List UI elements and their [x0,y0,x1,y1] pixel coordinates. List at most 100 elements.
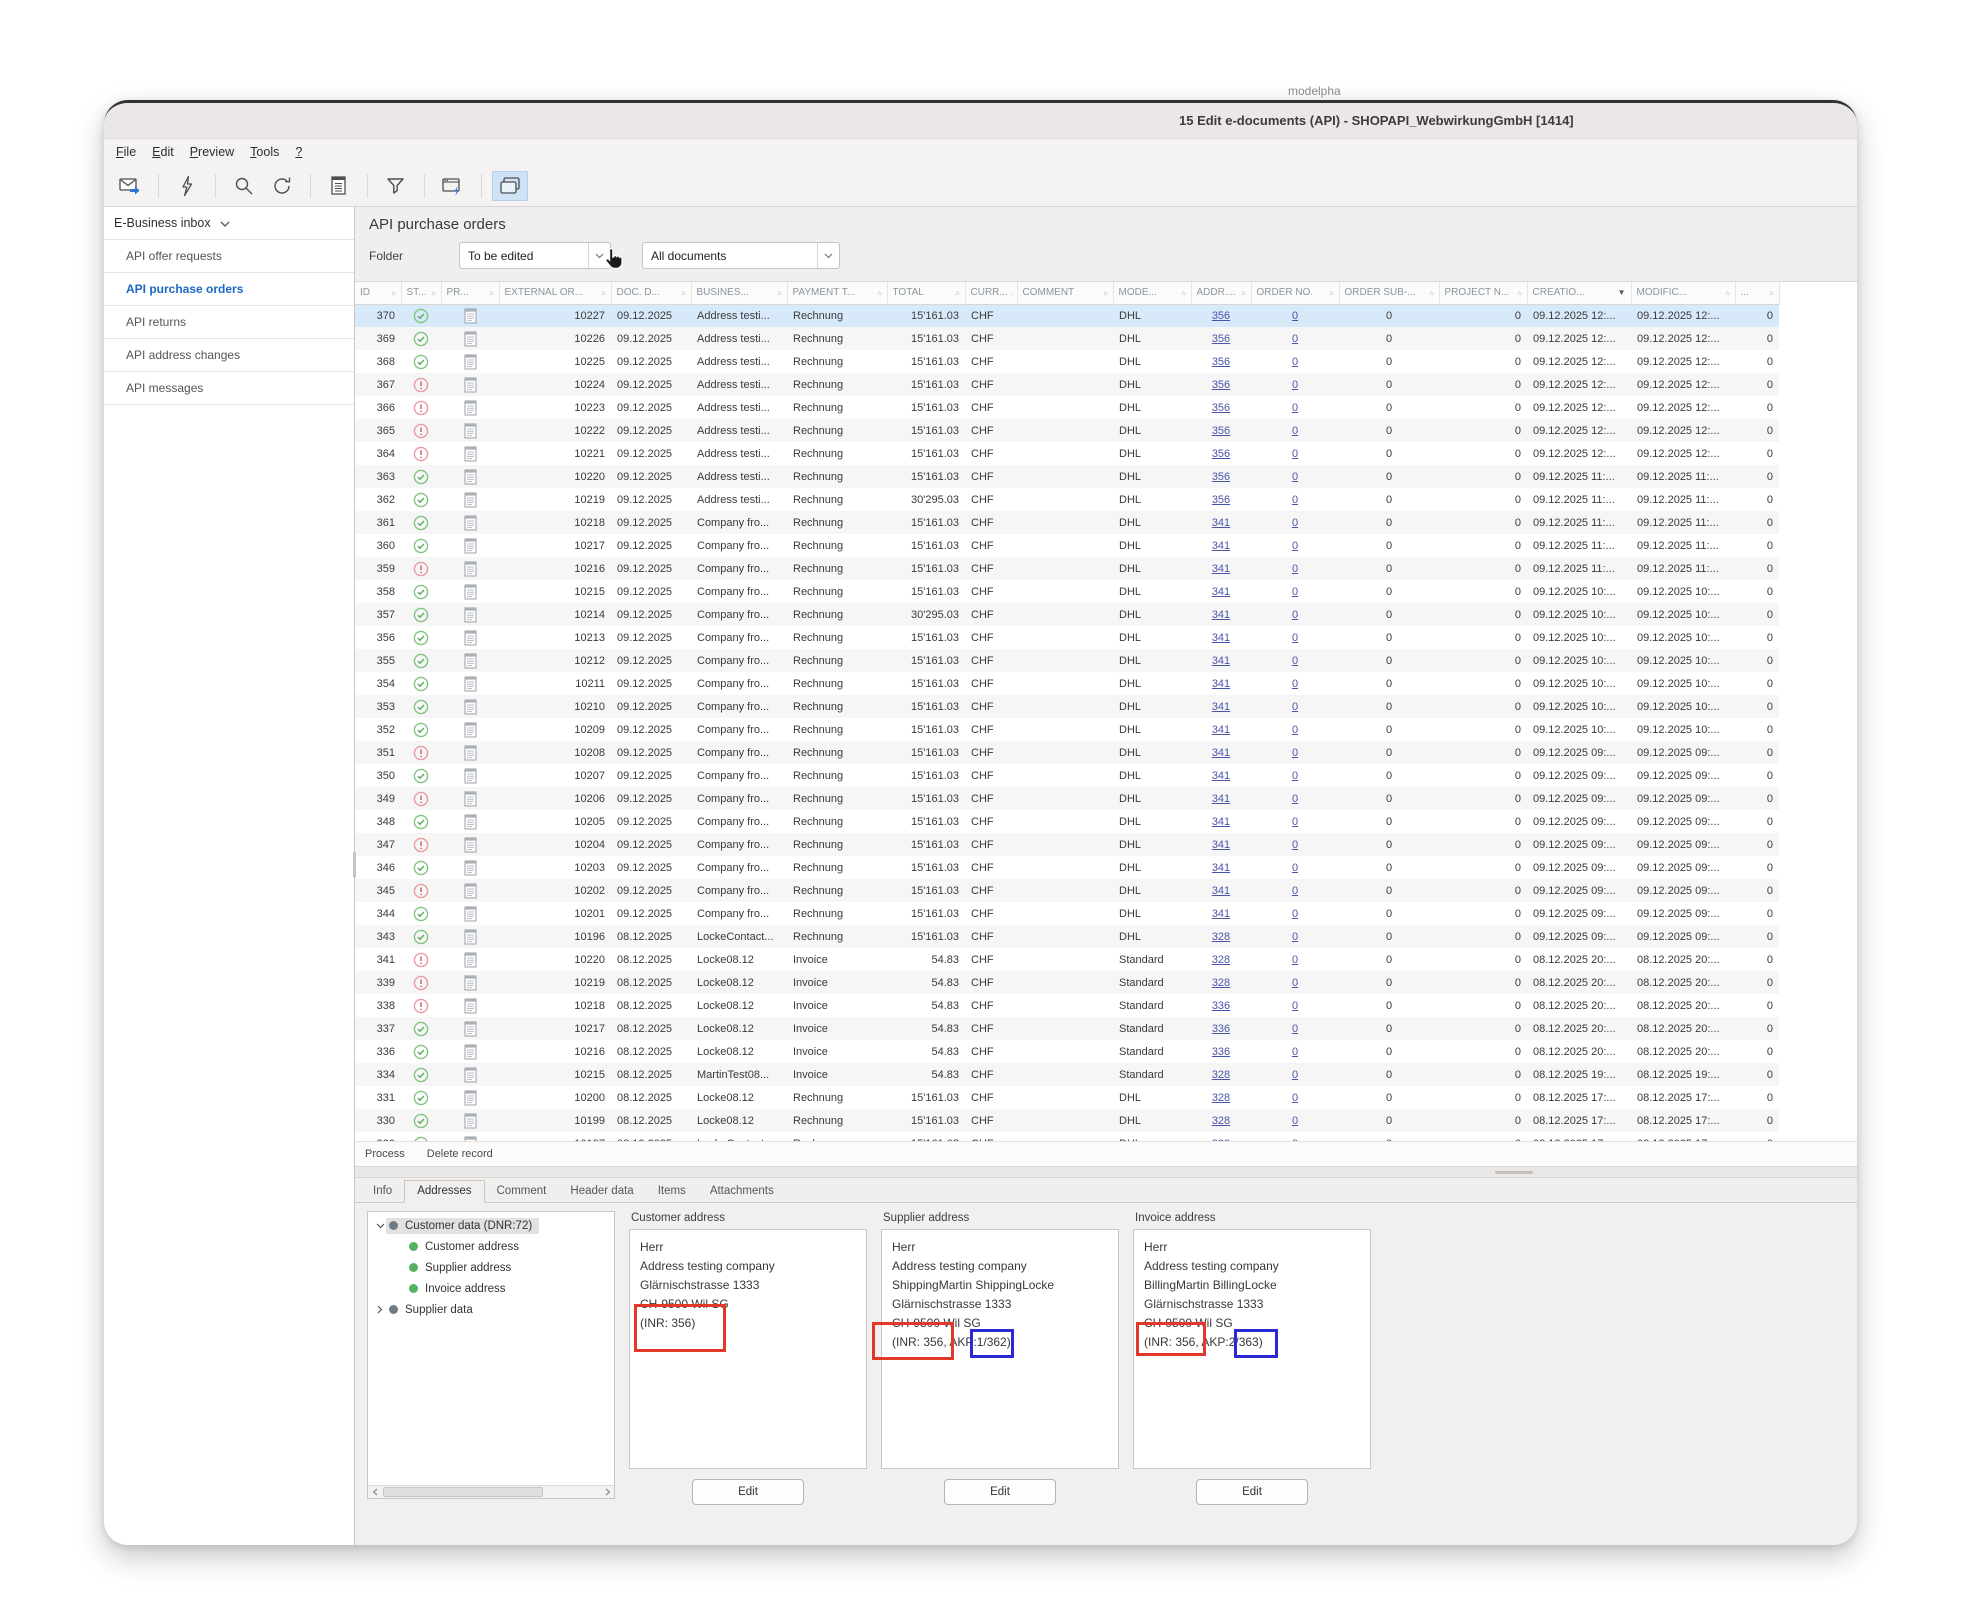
addr-link[interactable]: 341 [1212,908,1230,920]
tab-comment[interactable]: Comment [485,1181,559,1202]
order_no-link[interactable]: 0 [1292,494,1298,506]
table-row[interactable]: 3681022509.12.2025Address testi...Rechnu… [355,350,1779,373]
table-row[interactable]: 3701022709.12.2025Address testi...Rechnu… [355,304,1779,327]
sidebar-item-api-messages[interactable]: API messages [104,372,354,405]
order_no-link[interactable]: 0 [1292,701,1298,713]
column-header-creation[interactable]: CREATIO...▼ [1527,282,1631,304]
addr-link[interactable]: 341 [1212,701,1230,713]
table-row[interactable]: 3451020209.12.2025Company fro...Rechnung… [355,879,1779,902]
table-row[interactable]: 3541021109.12.2025Company fro...Rechnung… [355,672,1779,695]
addr-link[interactable]: 336 [1212,1000,1230,1012]
column-header-ext[interactable]: EXTERNAL OR...▵ [499,282,611,304]
addr-link[interactable]: 356 [1212,356,1230,368]
table-row[interactable]: 3591021609.12.2025Company fro...Rechnung… [355,557,1779,580]
addr-link[interactable]: 356 [1212,494,1230,506]
edit-button[interactable]: Edit [692,1479,804,1505]
table-row[interactable]: 3341021508.12.2025MartinTest08...Invoice… [355,1063,1779,1086]
addr-link[interactable]: 336 [1212,1023,1230,1035]
addr-link[interactable]: 328 [1212,1069,1230,1081]
order_no-link[interactable]: 0 [1292,356,1298,368]
column-header-project[interactable]: PROJECT N...▵ [1439,282,1527,304]
order_no-link[interactable]: 0 [1292,862,1298,874]
addr-link[interactable]: 356 [1212,310,1230,322]
table-row[interactable]: 3551021209.12.2025Company fro...Rechnung… [355,649,1779,672]
addr-link[interactable]: 341 [1212,862,1230,874]
addr-link[interactable]: 356 [1212,379,1230,391]
menu-item-tools[interactable]: Tools [242,142,287,162]
order_no-link[interactable]: 0 [1292,1046,1298,1058]
order_no-link[interactable]: 0 [1292,586,1298,598]
scroll-right-arrow-icon[interactable] [601,1486,614,1498]
tab-info[interactable]: Info [361,1181,404,1202]
table-row[interactable]: 3361021608.12.2025Locke08.12Invoice54.83… [355,1040,1779,1063]
column-header-comment[interactable]: COMMENT▵ [1017,282,1113,304]
column-header-total[interactable]: TOTAL▵ [887,282,965,304]
order_no-link[interactable]: 0 [1292,724,1298,736]
table-row[interactable]: 3661022309.12.2025Address testi...Rechnu… [355,396,1779,419]
order_no-link[interactable]: 0 [1292,655,1298,667]
order_no-link[interactable]: 0 [1292,517,1298,529]
chevron-down-icon[interactable] [817,243,839,268]
table-row[interactable]: 3381021808.12.2025Locke08.12Invoice54.83… [355,994,1779,1017]
table-row[interactable]: 3511020809.12.2025Company fro...Rechnung… [355,741,1779,764]
table-row[interactable]: 3531021009.12.2025Company fro...Rechnung… [355,695,1779,718]
refresh-icon[interactable] [264,171,300,201]
tree-node-supplier-data[interactable]: Supplier data [368,1299,614,1320]
sidebar-item-api-address-changes[interactable]: API address changes [104,339,354,372]
tab-addresses[interactable]: Addresses [404,1180,484,1203]
table-row[interactable]: 3301019908.12.2025Locke08.12Rechnung15'1… [355,1109,1779,1132]
column-header-date[interactable]: DOC. D...▵ [611,282,691,304]
expand-down-icon[interactable] [374,1223,386,1229]
scrollbar-thumb[interactable] [383,1487,543,1497]
order_no-link[interactable]: 0 [1292,1023,1298,1035]
order_no-link[interactable]: 0 [1292,379,1298,391]
table-row[interactable]: 3581021509.12.2025Company fro...Rechnung… [355,580,1779,603]
order_no-link[interactable]: 0 [1292,977,1298,989]
tree-node-supplier-address[interactable]: Supplier address [368,1257,614,1278]
column-header-order_sub[interactable]: ORDER SUB-...▵ [1339,282,1439,304]
tree-node-customer-data-dnr-72-[interactable]: Customer data (DNR:72) [368,1215,614,1236]
addr-link[interactable]: 328 [1212,1092,1230,1104]
order_no-link[interactable]: 0 [1292,908,1298,920]
table-row[interactable]: 3371021708.12.2025Locke08.12Invoice54.83… [355,1017,1779,1040]
column-header-curr[interactable]: CURR...▵ [965,282,1017,304]
column-header-payment[interactable]: PAYMENT T...▵ [787,282,887,304]
order_no-link[interactable]: 0 [1292,885,1298,897]
address-text-box[interactable]: HerrAddress testing companyGlärnischstra… [629,1229,867,1469]
order_no-link[interactable]: 0 [1292,1115,1298,1127]
addr-link[interactable]: 341 [1212,609,1230,621]
addr-link[interactable]: 341 [1212,885,1230,897]
addr-link[interactable]: 328 [1212,1115,1230,1127]
addr-link[interactable]: 341 [1212,655,1230,667]
table-row[interactable]: 3491020609.12.2025Company fro...Rechnung… [355,787,1779,810]
lightning-icon[interactable] [169,171,205,201]
order_no-link[interactable]: 0 [1292,402,1298,414]
table-row[interactable]: 3611021809.12.2025Company fro...Rechnung… [355,511,1779,534]
expand-right-icon[interactable] [374,1305,386,1314]
send-mail-icon[interactable] [112,171,148,201]
column-header-more[interactable]: ...▵ [1735,282,1779,304]
order_no-link[interactable]: 0 [1292,1069,1298,1081]
addr-link[interactable]: 341 [1212,540,1230,552]
edit-button[interactable]: Edit [1196,1479,1308,1505]
table-row[interactable]: 3631022009.12.2025Address testi...Rechnu… [355,465,1779,488]
menu-item-file[interactable]: File [108,142,144,162]
notes-icon[interactable] [321,171,357,201]
column-header-id[interactable]: ID▵ [355,282,401,304]
table-row[interactable]: 3691022609.12.2025Address testi...Rechnu… [355,327,1779,350]
menu-item-edit[interactable]: Edit [144,142,182,162]
tree-node-invoice-address[interactable]: Invoice address [368,1278,614,1299]
scrollbar-track[interactable] [381,1486,601,1498]
order_no-link[interactable]: 0 [1292,954,1298,966]
filter-icon[interactable] [378,171,414,201]
sidebar-item-api-offer-requests[interactable]: API offer requests [104,240,354,273]
tree-node-customer-address[interactable]: Customer address [368,1236,614,1257]
sidebar-item-api-purchase-orders[interactable]: API purchase orders [104,273,354,306]
address-text-box[interactable]: HerrAddress testing companyShippingMarti… [881,1229,1119,1469]
order_no-link[interactable]: 0 [1292,931,1298,943]
addr-link[interactable]: 356 [1212,333,1230,345]
table-row[interactable]: 3521020909.12.2025Company fro...Rechnung… [355,718,1779,741]
table-row[interactable]: 3431019608.12.2025LockeContact...Rechnun… [355,925,1779,948]
order_no-link[interactable]: 0 [1292,747,1298,759]
sidebar-item-api-returns[interactable]: API returns [104,306,354,339]
